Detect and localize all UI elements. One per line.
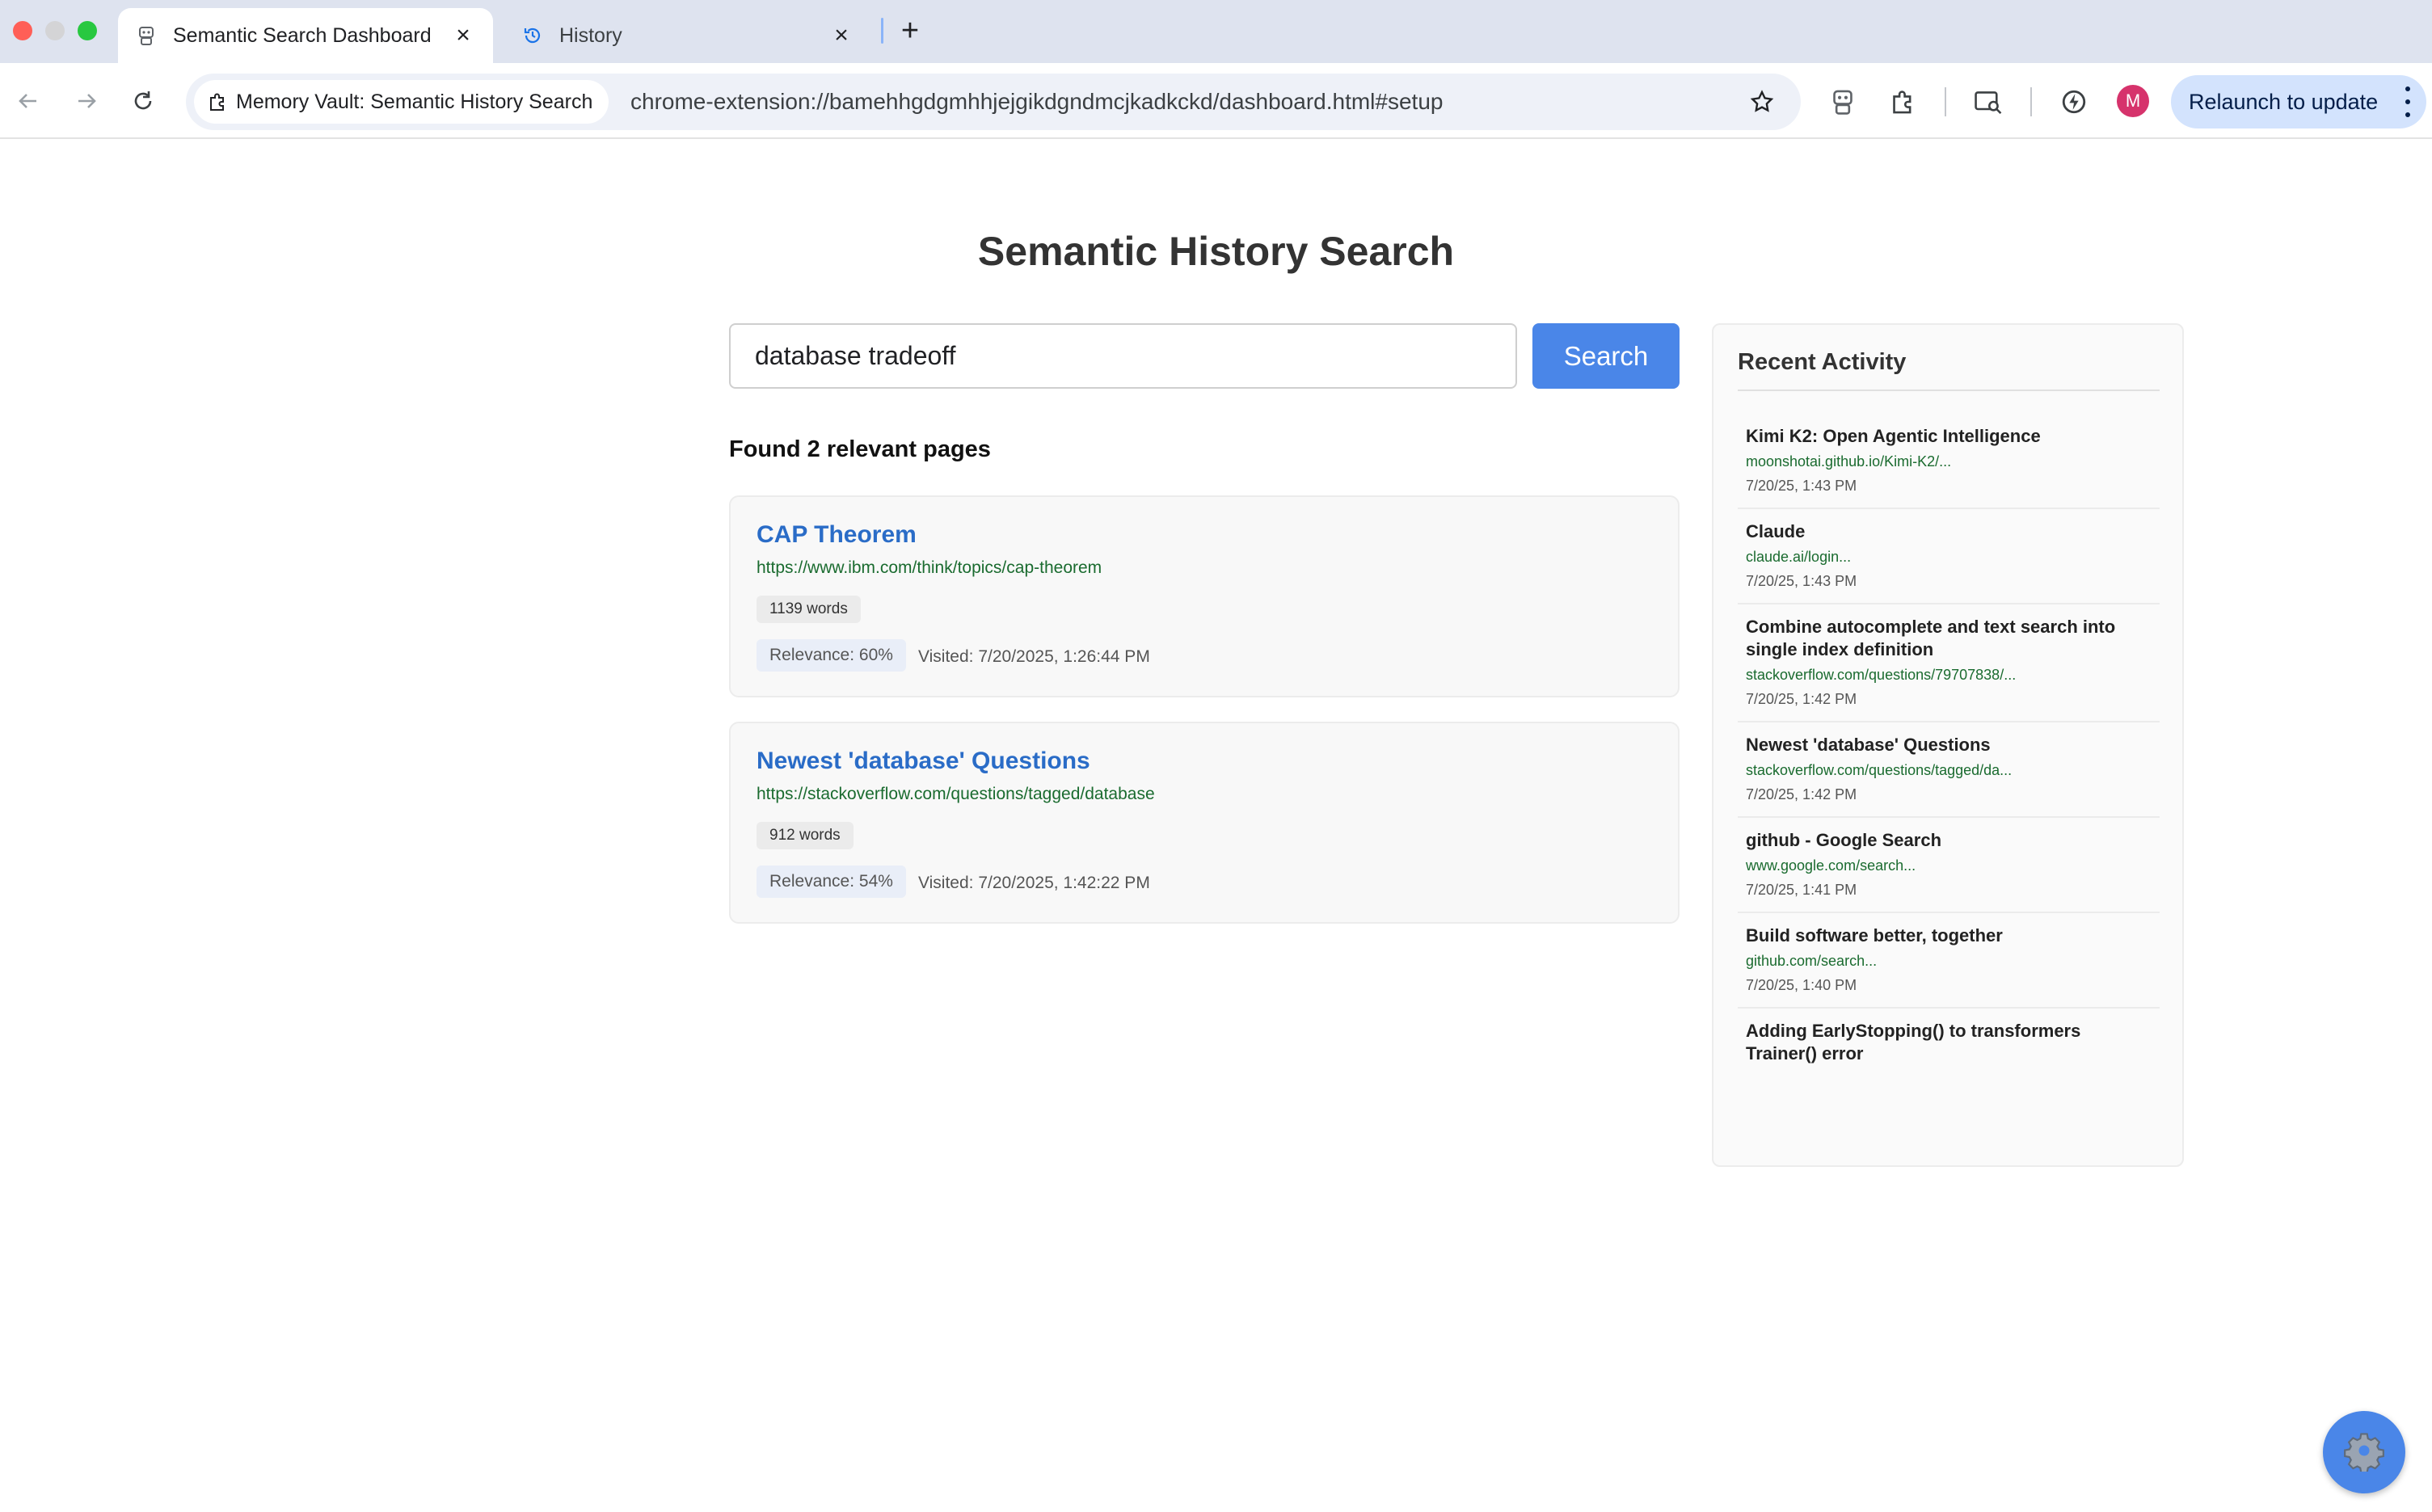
profile-avatar[interactable]: M (2117, 85, 2149, 117)
activity-url: www.google.com/search... (1746, 857, 1916, 874)
tab-strip: Semantic Search Dashboard × History × + (0, 0, 2432, 63)
activity-list: Kimi K2: Open Agentic Intelligence moons… (1738, 414, 2160, 1078)
word-count-badge: 912 words (757, 822, 854, 849)
activity-item[interactable]: Combine autocomplete and text search int… (1738, 604, 2160, 722)
close-tab-icon[interactable]: × (829, 22, 854, 48)
activity-url: stackoverflow.com/questions/79707838/... (1746, 667, 2017, 683)
visited-timestamp: Visited: 7/20/2025, 1:26:44 PM (918, 647, 1150, 666)
activity-title: github - Google Search (1746, 830, 1942, 850)
extension-robot-icon (136, 25, 157, 46)
activity-item[interactable]: Adding EarlyStopping() to transformers T… (1738, 1009, 2160, 1078)
history-clock-icon (522, 25, 543, 46)
maximize-window-button[interactable] (78, 21, 97, 40)
more-menu-icon[interactable] (2404, 86, 2412, 117)
activity-item[interactable]: Build software better, together github.c… (1738, 913, 2160, 1009)
activity-url: stackoverflow.com/questions/tagged/da... (1746, 762, 2013, 778)
activity-title: Kimi K2: Open Agentic Intelligence (1746, 426, 2041, 446)
reload-icon[interactable] (123, 81, 163, 121)
tab-search-icon[interactable] (1970, 84, 2006, 120)
toolbar-divider (2030, 87, 2032, 116)
divider (1738, 390, 2160, 391)
new-tab-button[interactable]: + (894, 14, 926, 48)
activity-time: 7/20/25, 1:43 PM (1746, 573, 1857, 589)
search-input[interactable] (729, 323, 1517, 389)
recent-activity-title: Recent Activity (1738, 349, 1907, 375)
relaunch-label: Relaunch to update (2189, 89, 2379, 114)
performance-bolt-icon[interactable] (2056, 84, 2092, 120)
activity-item[interactable]: Newest 'database' Questions stackoverflo… (1738, 722, 2160, 818)
close-tab-icon[interactable]: × (451, 22, 475, 48)
word-count-badge: 1139 words (757, 596, 861, 623)
memory-vault-extension-icon[interactable] (1825, 84, 1861, 120)
tab-history[interactable]: History × (504, 8, 871, 63)
activity-title: Combine autocomplete and text search int… (1746, 617, 2116, 659)
activity-time: 7/20/25, 1:42 PM (1746, 786, 1857, 802)
tab-separator (881, 18, 883, 44)
activity-item[interactable]: Kimi K2: Open Agentic Intelligence moons… (1738, 414, 2160, 509)
activity-url: github.com/search... (1746, 953, 1878, 969)
search-button[interactable]: Search (1532, 323, 1680, 389)
activity-title: Build software better, together (1746, 925, 2003, 946)
relaunch-to-update-button[interactable]: Relaunch to update (2171, 75, 2426, 128)
close-window-button[interactable] (13, 21, 32, 40)
relevance-badge: Relevance: 54% (757, 866, 906, 898)
activity-url: claude.ai/login... (1746, 549, 1852, 565)
visited-timestamp: Visited: 7/20/2025, 1:42:22 PM (918, 874, 1150, 892)
page-title: Semantic History Search (977, 229, 1455, 274)
extension-puzzle-icon (207, 91, 228, 112)
result-url: https://stackoverflow.com/questions/tagg… (757, 785, 1155, 803)
result-card: Newest 'database' Questions https://stac… (729, 722, 1680, 924)
tab-title: Semantic Search Dashboard (173, 23, 432, 47)
browser-toolbar: Memory Vault: Semantic History Search ch… (0, 63, 2432, 139)
site-chip-label: Memory Vault: Semantic History Search (236, 90, 593, 113)
url-text[interactable]: chrome-extension://bamehhgdgmhhjejgikdgn… (630, 89, 1443, 115)
activity-title: Newest 'database' Questions (1746, 735, 1991, 755)
site-info-chip[interactable]: Memory Vault: Semantic History Search (194, 80, 609, 124)
result-url: https://www.ibm.com/think/topics/cap-the… (757, 558, 1102, 577)
forward-arrow-icon[interactable] (66, 81, 107, 121)
results-summary: Found 2 relevant pages (729, 436, 991, 462)
address-bar[interactable]: Memory Vault: Semantic History Search ch… (186, 74, 1801, 130)
toolbar-divider (1945, 87, 1946, 116)
gear-icon (2343, 1430, 2385, 1476)
settings-gear-button[interactable] (2323, 1411, 2405, 1493)
activity-url: moonshotai.github.io/Kimi-K2/... (1746, 453, 1952, 470)
bookmark-star-icon[interactable] (1747, 87, 1777, 116)
activity-title: Adding EarlyStopping() to transformers T… (1746, 1021, 2081, 1063)
back-arrow-icon[interactable] (8, 81, 48, 121)
relevance-badge: Relevance: 60% (757, 639, 906, 672)
result-card: CAP Theorem https://www.ibm.com/think/to… (729, 495, 1680, 697)
activity-title: Claude (1746, 521, 1806, 541)
tab-title: History (559, 23, 622, 47)
activity-item[interactable]: Claude claude.ai/login... 7/20/25, 1:43 … (1738, 509, 2160, 604)
tab-semantic-search-dashboard[interactable]: Semantic Search Dashboard × (118, 8, 493, 63)
minimize-window-button[interactable] (45, 21, 65, 40)
extensions-puzzle-icon[interactable] (1885, 84, 1920, 120)
result-title-link[interactable]: Newest 'database' Questions (757, 748, 1090, 775)
result-title-link[interactable]: CAP Theorem (757, 521, 917, 549)
activity-time: 7/20/25, 1:41 PM (1746, 882, 1857, 898)
activity-time: 7/20/25, 1:42 PM (1746, 691, 1857, 707)
activity-time: 7/20/25, 1:40 PM (1746, 977, 1857, 993)
recent-activity-panel: Recent Activity Kimi K2: Open Agentic In… (1712, 323, 2184, 1167)
activity-item[interactable]: github - Google Search www.google.com/se… (1738, 818, 2160, 913)
activity-time: 7/20/25, 1:43 PM (1746, 478, 1857, 494)
